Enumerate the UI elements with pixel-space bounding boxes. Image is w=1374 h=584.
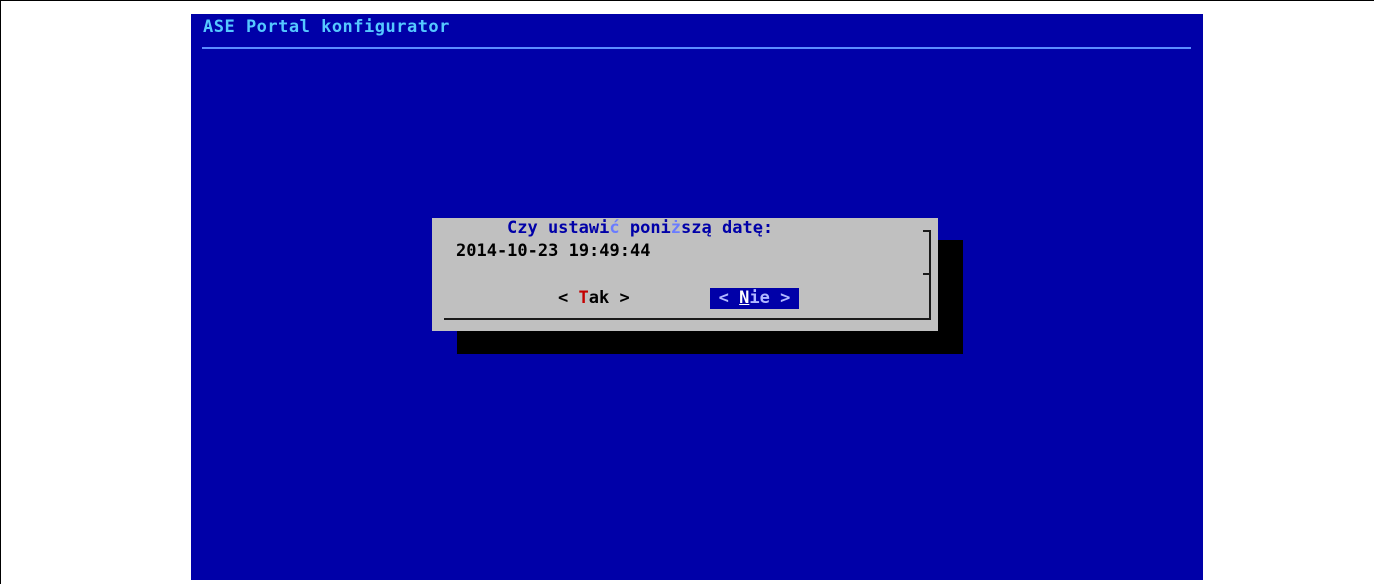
button-bracket: > — [769, 288, 791, 308]
prompt-part: Czy ustawi — [507, 218, 610, 238]
prompt-part: szą datę: — [681, 218, 774, 238]
button-hotkey: N — [739, 288, 750, 308]
yes-button[interactable]: < Tak > — [558, 288, 630, 309]
button-hotkey: T — [578, 288, 589, 308]
dialog-frame-bottom — [444, 318, 931, 320]
button-bracket: < — [558, 288, 579, 308]
button-label: ak — [588, 288, 610, 308]
console-screen: ASE Portal konfigurator Czy ustawić poni… — [191, 14, 1203, 580]
prompt-part: ż — [670, 218, 682, 238]
button-label: ie — [749, 288, 770, 308]
backtitle: ASE Portal konfigurator — [203, 17, 450, 37]
prompt-part: ć — [609, 218, 620, 238]
dialog-frame-right — [929, 230, 931, 320]
prompt-part: poni — [619, 218, 671, 238]
button-bracket: > — [609, 288, 630, 308]
button-bracket: < — [718, 288, 740, 308]
confirm-dialog: Czy ustawić poniższą datę: 2014-10-23 19… — [432, 218, 938, 331]
backtitle-divider — [202, 47, 1191, 49]
dialog-prompt: Czy ustawić poniższą datę: — [507, 218, 773, 238]
screenshot-frame: ASE Portal konfigurator Czy ustawić poni… — [0, 0, 1374, 584]
no-button[interactable]: < Nie > — [710, 288, 799, 309]
dialog-frame-tick — [923, 273, 931, 275]
date-value: 2014-10-23 19:49:44 — [456, 241, 651, 261]
